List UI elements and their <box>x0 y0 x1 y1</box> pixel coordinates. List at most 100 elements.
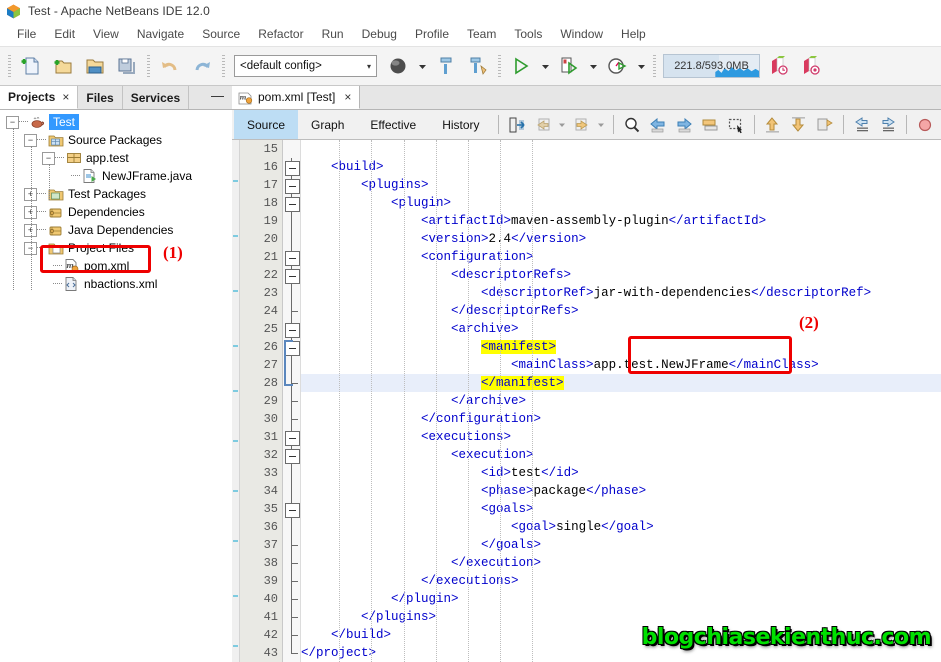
code-line[interactable]: <build> <box>301 158 941 176</box>
menu-item-team[interactable]: Team <box>458 25 505 43</box>
code-line[interactable]: <id>test</id> <box>301 464 941 482</box>
project-config-select[interactable]: <default config> ▾ <box>234 55 377 77</box>
code-line[interactable] <box>301 140 941 158</box>
menu-item-refactor[interactable]: Refactor <box>249 25 312 43</box>
debug-project-button[interactable] <box>553 50 585 82</box>
fold-toggle-icon[interactable] <box>285 431 300 446</box>
menu-item-source[interactable]: Source <box>193 25 249 43</box>
code-line[interactable]: <artifactId>maven-assembly-plugin</artif… <box>301 212 941 230</box>
tree-node-java-dependencies[interactable]: + Java Dependencies <box>0 221 232 239</box>
tree-node-nbactions-xml[interactable]: nbactions.xml <box>0 275 232 293</box>
fold-toggle-icon[interactable] <box>285 161 300 176</box>
new-file-button[interactable] <box>15 50 47 82</box>
menu-item-navigate[interactable]: Navigate <box>128 25 193 43</box>
tab-effective[interactable]: Effective <box>357 110 429 139</box>
code-folding-column[interactable] <box>283 140 301 662</box>
new-project-button[interactable] <box>47 50 79 82</box>
tree-node-app-test[interactable]: − app.test <box>0 149 232 167</box>
tree-node-project-files[interactable]: − Project Files <box>0 239 232 257</box>
code-line[interactable]: </execution> <box>301 554 941 572</box>
tab-graph[interactable]: Graph <box>298 110 357 139</box>
code-line[interactable]: </project> <box>301 644 941 662</box>
rect-select-icon[interactable] <box>723 112 749 138</box>
code-line[interactable]: <mainClass>app.test.NewJFrame</mainClass… <box>301 356 941 374</box>
back-dropdown-chevron-down-icon[interactable] <box>556 112 569 138</box>
menu-item-view[interactable]: View <box>84 25 128 43</box>
profile-history-button[interactable] <box>763 50 795 82</box>
fold-toggle-icon[interactable] <box>285 197 300 212</box>
close-icon[interactable]: × <box>344 90 351 104</box>
run-main-project-button[interactable] <box>505 50 537 82</box>
tree-node-pom-xml[interactable]: m pom.xml <box>0 257 232 275</box>
forward-dropdown-chevron-down-icon[interactable] <box>595 112 608 138</box>
menu-item-run[interactable]: Run <box>313 25 353 43</box>
explorer-tab-files[interactable]: Files <box>78 86 123 109</box>
record-circle-icon[interactable] <box>912 112 938 138</box>
fold-toggle-icon[interactable] <box>285 251 300 266</box>
profile-target-button[interactable] <box>795 50 827 82</box>
tree-node-test-packages[interactable]: + Test Packages <box>0 185 232 203</box>
fold-toggle-icon[interactable] <box>285 269 300 284</box>
tab-history[interactable]: History <box>429 110 492 139</box>
clean-build-button[interactable] <box>462 50 494 82</box>
shift-left-icon[interactable] <box>849 112 875 138</box>
menu-item-help[interactable]: Help <box>612 25 655 43</box>
code-line[interactable]: <configuration> <box>301 248 941 266</box>
down-arrow-icon[interactable] <box>786 112 812 138</box>
tab-source[interactable]: Source <box>234 110 299 139</box>
profile-project-button[interactable] <box>601 50 633 82</box>
editor-tab-pom-xml[interactable]: m pom.xml [Test] × <box>232 86 361 109</box>
code-text-area[interactable]: <build> <plugins> <plugin> <artifactId>m… <box>301 140 941 662</box>
redo-button[interactable] <box>186 50 218 82</box>
code-line[interactable]: </descriptorRefs> <box>301 302 941 320</box>
find-previous-icon[interactable] <box>645 112 671 138</box>
tree-node-test[interactable]: − Test <box>0 113 232 131</box>
fold-toggle-icon[interactable] <box>285 449 300 464</box>
find-next-icon[interactable] <box>671 112 697 138</box>
menu-item-file[interactable]: File <box>8 25 45 43</box>
memory-gauge[interactable]: 221.8/593.0MB <box>663 54 760 78</box>
code-line[interactable]: <plugins> <box>301 176 941 194</box>
code-line[interactable]: </executions> <box>301 572 941 590</box>
minimize-window-button[interactable]: — <box>211 89 224 106</box>
tree-node-newjframe-java[interactable]: NewJFrame.java <box>0 167 232 185</box>
forward-arrow-icon[interactable] <box>569 112 595 138</box>
projects-tree[interactable]: − Test − Source Packages − app.test NewJFrame.… <box>0 110 232 662</box>
run-project-button[interactable] <box>382 50 414 82</box>
shift-right-icon[interactable] <box>875 112 901 138</box>
code-line[interactable]: </plugins> <box>301 608 941 626</box>
up-arrow-icon[interactable] <box>760 112 786 138</box>
run-main-dropdown[interactable] <box>537 50 553 82</box>
tree-node-dependencies[interactable]: + Dependencies <box>0 203 232 221</box>
tree-node-source-packages[interactable]: − Source Packages <box>0 131 232 149</box>
menu-item-tools[interactable]: Tools <box>505 25 551 43</box>
code-line[interactable]: </build> <box>301 626 941 644</box>
explorer-tab-services[interactable]: Services <box>122 86 190 109</box>
fold-toggle-icon[interactable] <box>285 503 300 518</box>
open-project-button[interactable] <box>79 50 111 82</box>
stop-square-icon[interactable] <box>938 112 941 138</box>
code-line[interactable]: <phase>package</phase> <box>301 482 941 500</box>
menu-item-edit[interactable]: Edit <box>45 25 84 43</box>
fold-toggle-icon[interactable] <box>285 323 300 338</box>
code-line[interactable]: <version>2.4</version> <box>301 230 941 248</box>
code-line[interactable]: <manifest> <box>301 338 941 356</box>
code-line[interactable]: </archive> <box>301 392 941 410</box>
fold-toggle-icon[interactable] <box>285 179 300 194</box>
menu-item-window[interactable]: Window <box>551 25 612 43</box>
code-line[interactable]: <goals> <box>301 500 941 518</box>
explorer-tab-projects[interactable]: Projects × <box>0 86 79 109</box>
code-line[interactable]: <executions> <box>301 428 941 446</box>
code-line[interactable]: <archive> <box>301 320 941 338</box>
code-line[interactable]: <execution> <box>301 446 941 464</box>
code-line[interactable]: <descriptorRef>jar-with-dependencies</de… <box>301 284 941 302</box>
collapse-toggle-icon[interactable]: − <box>42 151 55 165</box>
run-dropdown-button[interactable] <box>414 50 430 82</box>
undo-button[interactable] <box>154 50 186 82</box>
bookmark-icon[interactable] <box>812 112 838 138</box>
menu-item-profile[interactable]: Profile <box>406 25 458 43</box>
collapse-toggle-icon[interactable]: − <box>24 133 37 147</box>
code-line[interactable]: </configuration> <box>301 410 941 428</box>
back-arrow-icon[interactable] <box>530 112 556 138</box>
code-line[interactable]: </plugin> <box>301 590 941 608</box>
